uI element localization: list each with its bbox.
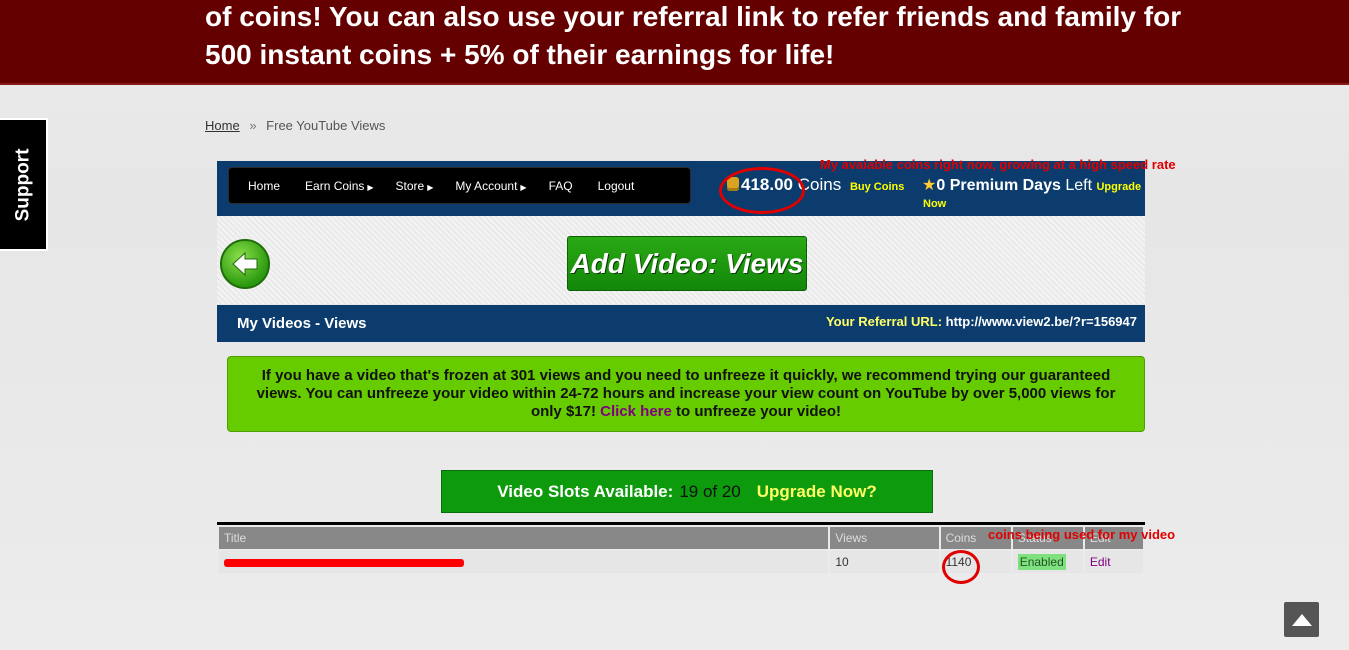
premium-label: Premium Days <box>949 177 1061 194</box>
premium-days: ★0 Premium Days Left Upgrade <box>922 175 1141 195</box>
breadcrumb-separator: » <box>249 118 257 133</box>
slots-count: 19 of 20 <box>679 481 741 501</box>
upgrade-link[interactable]: Upgrade <box>1096 181 1141 193</box>
annotation-coins-note: My avaiable coins right now, growing at … <box>820 157 1176 172</box>
chevron-right-icon: ▶ <box>520 182 527 192</box>
nav-menu: Home Earn Coins ▶ Store ▶ My Account ▶ FAQ … <box>228 167 691 204</box>
arrow-up-icon <box>1291 613 1312 626</box>
chevron-right-icon: ▶ <box>427 182 434 192</box>
video-slots-banner: Video Slots Available: 19 of 20 Upgrade … <box>441 470 933 513</box>
nav-item-earn-coins[interactable]: Earn Coins ▶ <box>305 179 374 193</box>
click-here-link[interactable]: Click here <box>600 403 672 420</box>
banner-text: of coins! You can also use your referral… <box>205 1 1182 70</box>
chevron-right-icon: ▶ <box>367 182 374 192</box>
breadcrumb-current: Free YouTube Views <box>266 118 386 133</box>
support-tab[interactable]: Support <box>0 118 48 251</box>
scroll-to-top-button[interactable] <box>1284 602 1319 637</box>
edit-link[interactable]: Edit <box>1090 555 1111 569</box>
annotation-circle-coins <box>719 167 805 214</box>
breadcrumb: Home » Free YouTube Views <box>205 118 385 133</box>
edit-cell: Edit <box>1084 551 1143 573</box>
annotation-circle-coins-used <box>942 550 980 584</box>
upgrade-now-link[interactable]: Now <box>923 198 946 210</box>
nav-item-logout[interactable]: Logout <box>598 179 638 193</box>
arrow-left-icon <box>232 251 258 277</box>
status-cell: Enabled <box>1012 551 1083 573</box>
support-label: Support <box>12 148 34 221</box>
breadcrumb-home-link[interactable]: Home <box>205 118 240 133</box>
premium-left: Left <box>1065 177 1093 194</box>
upgrade-now-button[interactable]: Upgrade Now? <box>757 482 877 502</box>
referral-url: Your Referral URL: http://www.view2.be/?… <box>826 314 1137 329</box>
status-badge[interactable]: Enabled <box>1017 554 1066 570</box>
annotation-video-note: coins being used for my video <box>988 527 1176 542</box>
col-views: Views <box>830 527 939 549</box>
nav-item-my-account[interactable]: My Account ▶ <box>455 179 526 193</box>
my-videos-title: My Videos - Views <box>237 315 367 332</box>
referral-url-value[interactable]: http://www.view2.be/?r=156947 <box>946 314 1137 329</box>
back-button[interactable] <box>220 239 270 289</box>
unfreeze-notice: If you have a video that's frozen at 301… <box>227 356 1145 432</box>
buy-coins-link[interactable]: Buy Coins <box>850 181 904 193</box>
table-row: 10 1140 Enabled Edit <box>219 551 1143 573</box>
nav-item-faq[interactable]: FAQ <box>549 179 576 193</box>
my-videos-bar: My Videos - Views Your Referral URL: htt… <box>217 305 1145 342</box>
star-icon: ★ <box>922 177 937 194</box>
add-video-button[interactable]: Add Video: Views <box>567 236 807 291</box>
top-banner: of coins! You can also use your referral… <box>0 0 1349 85</box>
referral-url-label: Your Referral URL: <box>825 314 943 329</box>
nav-item-store[interactable]: Store ▶ <box>396 179 434 193</box>
views-cell: 10 <box>830 551 939 573</box>
nav-item-home[interactable]: Home <box>248 179 283 193</box>
video-title-cell[interactable] <box>219 551 829 573</box>
notice-text-end: to unfreeze your video! <box>676 403 842 420</box>
redacted-title <box>224 558 464 567</box>
slots-label: Video Slots Available: <box>497 481 674 501</box>
col-title: Title <box>219 527 829 549</box>
premium-value: 0 <box>936 177 946 194</box>
